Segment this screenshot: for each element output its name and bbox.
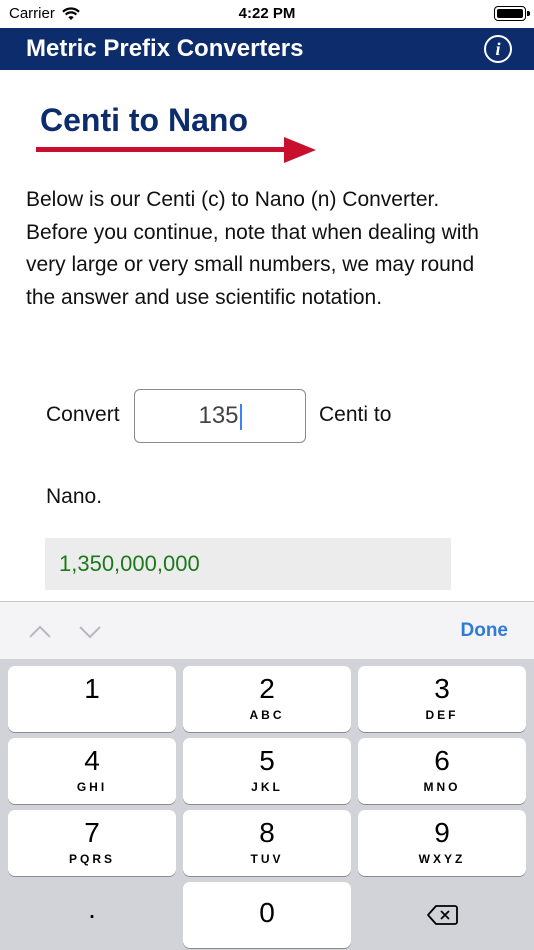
key-letters: WXYZ bbox=[418, 852, 466, 866]
key-digit: 2 bbox=[259, 673, 275, 704]
key-digit: 0 bbox=[259, 897, 275, 928]
delete-key[interactable] bbox=[358, 882, 526, 948]
numeric-keypad: 1 2 ABC 3 DEF 4 GHI 5 JKL 6 MNO 7 PQRS 8… bbox=[0, 659, 534, 950]
status-bar: Carrier 4:22 PM bbox=[0, 0, 534, 28]
info-icon: i bbox=[495, 39, 501, 59]
key-digit: 3 bbox=[434, 673, 450, 704]
key-8[interactable]: 8 TUV bbox=[183, 810, 351, 876]
arrow-right-icon bbox=[36, 137, 316, 163]
to-unit-label: Nano. bbox=[46, 485, 103, 508]
key-letters: PQRS bbox=[68, 852, 115, 866]
key-digit: 5 bbox=[259, 745, 275, 776]
key-letters: ABC bbox=[249, 708, 285, 722]
chevron-down-icon[interactable] bbox=[78, 620, 102, 644]
from-unit-label: Centi to bbox=[319, 403, 392, 426]
key-digit: . bbox=[88, 893, 96, 924]
text-cursor bbox=[239, 403, 242, 430]
key-digit: 1 bbox=[84, 673, 100, 704]
key-letters: GHI bbox=[76, 780, 108, 794]
key-letters: TUV bbox=[250, 852, 284, 866]
key-7[interactable]: 7 PQRS bbox=[8, 810, 176, 876]
key-digit: 8 bbox=[259, 817, 275, 848]
key-digit: 9 bbox=[434, 817, 450, 848]
nav-bar: Metric Prefix Converters i bbox=[0, 28, 534, 70]
key-letters: DEF bbox=[425, 708, 459, 722]
keyboard-accessory-bar: Done bbox=[0, 601, 534, 659]
key-digit: 4 bbox=[84, 745, 100, 776]
key-decimal[interactable]: . bbox=[8, 882, 176, 948]
backspace-icon bbox=[427, 905, 458, 925]
key-letters: MNO bbox=[423, 780, 461, 794]
key-0[interactable]: 0 bbox=[183, 882, 351, 948]
key-letters: JKL bbox=[251, 780, 283, 794]
key-digit: 6 bbox=[434, 745, 450, 776]
convert-label: Convert bbox=[46, 403, 120, 426]
key-3[interactable]: 3 DEF bbox=[358, 666, 526, 732]
key-2[interactable]: 2 ABC bbox=[183, 666, 351, 732]
banner: Centi to Nano bbox=[34, 100, 324, 170]
done-button[interactable]: Done bbox=[461, 620, 509, 642]
value-input-text: 135 bbox=[198, 402, 239, 429]
key-5[interactable]: 5 JKL bbox=[183, 738, 351, 804]
key-6[interactable]: 6 MNO bbox=[358, 738, 526, 804]
chevron-up-icon[interactable] bbox=[28, 620, 52, 644]
info-button[interactable]: i bbox=[484, 35, 512, 63]
value-input[interactable]: 135 bbox=[134, 389, 306, 443]
key-digit: 7 bbox=[84, 817, 100, 848]
key-1[interactable]: 1 bbox=[8, 666, 176, 732]
key-4[interactable]: 4 GHI bbox=[8, 738, 176, 804]
status-time: 4:22 PM bbox=[238, 5, 296, 22]
nav-title: Metric Prefix Converters bbox=[26, 35, 304, 62]
result-field: 1,350,000,000 bbox=[45, 538, 451, 590]
key-9[interactable]: 9 WXYZ bbox=[358, 810, 526, 876]
battery-icon bbox=[494, 6, 530, 21]
description: Below is our Centi (c) to Nano (n) Conve… bbox=[26, 188, 479, 309]
